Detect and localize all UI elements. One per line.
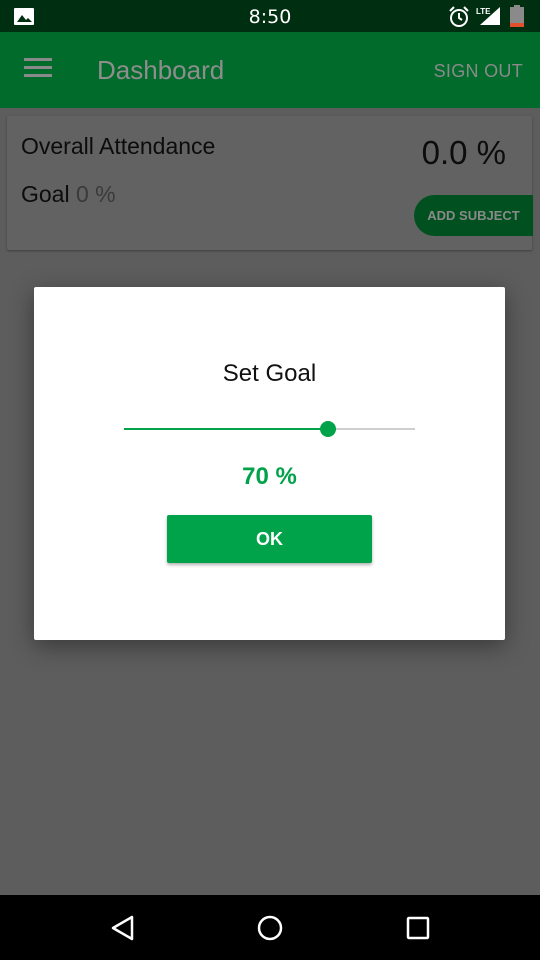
add-subject-button[interactable]: ADD SUBJECT <box>414 195 533 236</box>
set-goal-dialog: Set Goal 70 % OK <box>34 287 505 640</box>
navigation-bar <box>0 895 540 960</box>
signal-icon: LTE <box>476 7 500 25</box>
page-title: Dashboard <box>97 55 225 85</box>
goal-slider[interactable] <box>124 417 415 441</box>
home-icon[interactable] <box>255 913 285 943</box>
goal-label: Goal <box>21 181 70 207</box>
menu-icon[interactable] <box>24 58 52 80</box>
battery-icon <box>510 5 524 27</box>
dialog-title: Set Goal <box>222 360 317 387</box>
attendance-card: Overall Attendance 0.0 % Goal 0 % ADD SU… <box>7 116 533 250</box>
overall-attendance-label: Overall Attendance <box>21 133 216 159</box>
ok-button[interactable]: OK <box>167 515 372 563</box>
slider-fill <box>124 428 328 430</box>
overall-attendance-value: 0.0 % <box>421 134 506 171</box>
slider-thumb[interactable] <box>319 421 336 437</box>
app-bar: Dashboard SIGN OUT <box>0 32 540 108</box>
alarm-icon <box>449 6 469 27</box>
back-icon[interactable] <box>108 913 138 943</box>
goal-percentage: 70 % <box>242 463 297 490</box>
recents-icon[interactable] <box>403 913 433 943</box>
status-bar: 8:50 LTE <box>0 0 540 32</box>
sign-out-button[interactable]: SIGN OUT <box>434 61 523 82</box>
svg-text:LTE: LTE <box>476 7 491 16</box>
goal-row: Goal 0 % <box>21 181 116 208</box>
goal-value: 0 % <box>75 181 116 207</box>
